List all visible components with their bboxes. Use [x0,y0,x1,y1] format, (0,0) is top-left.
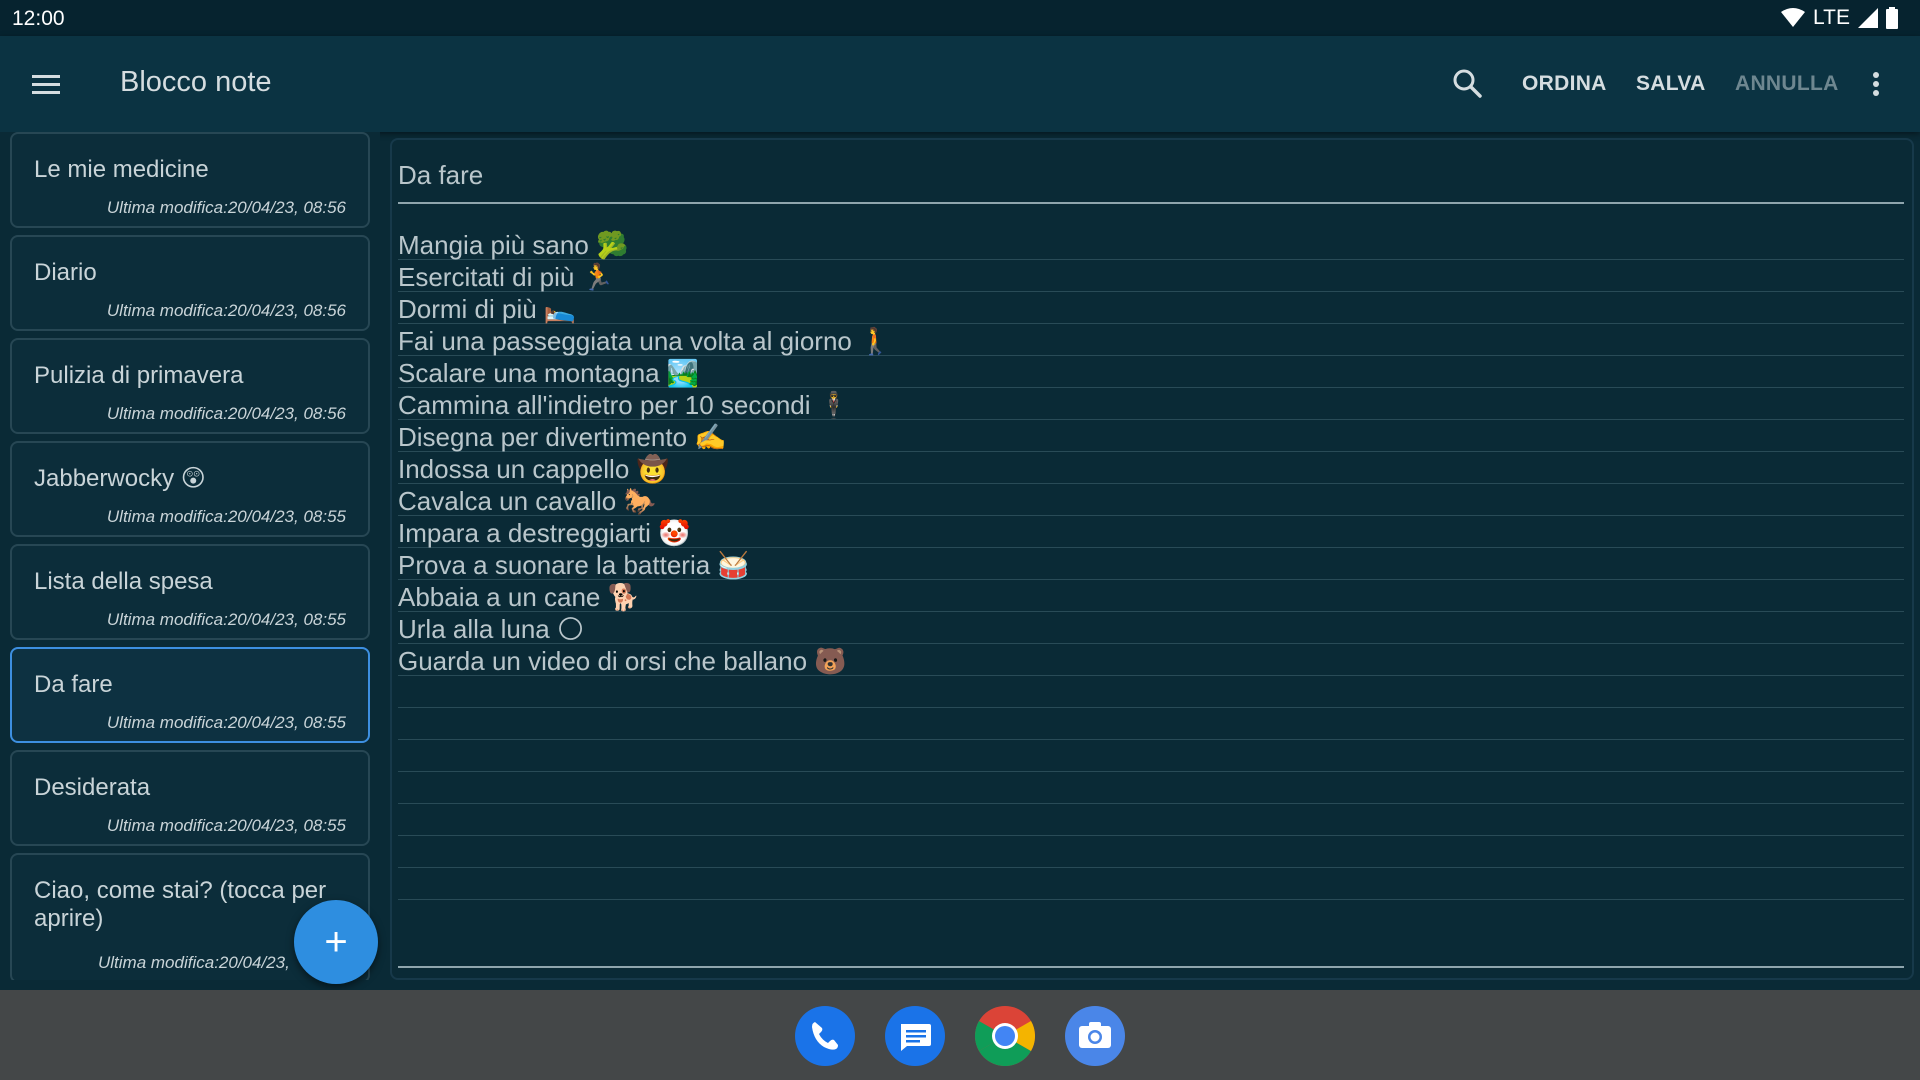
note-line [398,708,1904,740]
menu-icon[interactable] [30,64,78,104]
note-card[interactable]: Le mie medicine Ultima modifica:20/04/23… [10,132,370,228]
note-card[interactable]: Desiderata Ultima modifica:20/04/23, 08:… [10,750,370,846]
overflow-menu-icon[interactable] [1866,64,1886,104]
note-line: Abbaia a un cane 🐕 [398,580,1904,612]
note-date: Ultima modifica:20/04/23, 08:56 [106,404,346,423]
note-date: Ultima modifica:20/04/23, 08:56 [106,198,346,217]
note-line [398,804,1904,836]
note-title: Desiderata [34,774,151,801]
cancel-button[interactable]: ANNULLA [1735,72,1839,96]
note-line: Disegna per divertimento ✍️ [398,420,1904,452]
note-line: Urla alla luna 🌕 [398,612,1904,644]
note-date: Ultima modifica:20/04/23, 08:55 [106,507,346,526]
note-date: Ultima modifica:20/04/23, 08:55 [106,713,346,732]
note-line: Scalare una montagna 🏞️ [398,356,1904,388]
add-note-button[interactable]: + [294,900,378,984]
note-line [398,740,1904,772]
note-title: Da fare [34,671,113,698]
note-editor[interactable]: Da fare Mangia più sano 🥦 Esercitati di … [390,138,1914,980]
note-line [398,868,1904,900]
battery-icon [1886,7,1898,29]
sort-button[interactable]: ORDINA [1522,72,1607,96]
note-line: Guarda un video di orsi che ballano 🐻 [398,644,1904,676]
note-line: Cavalca un cavallo 🐎 [398,484,1904,516]
note-title-field[interactable]: Da fare [398,160,1904,204]
note-line: Mangia più sano 🥦 [398,228,1904,260]
status-icons: LTE [1781,6,1898,30]
note-line [398,836,1904,868]
save-button[interactable]: SALVA [1636,72,1706,96]
status-bar: 12:00 LTE [0,0,1920,36]
note-title: Diario [34,259,97,286]
note-date: Ultima modifica:20/04/23, 08:56 [106,301,346,320]
status-time: 12:00 [12,7,65,30]
note-card[interactable]: Pulizia di primavera Ultima modifica:20/… [10,338,370,434]
page-title: Blocco note [120,66,272,98]
note-card[interactable]: Diario Ultima modifica:20/04/23, 08:56 [10,235,370,331]
note-line: Dormi di più 🛌 [398,292,1904,324]
camera-icon[interactable] [1065,1006,1125,1066]
note-card[interactable]: Jabberwocky 😲 Ultima modifica:20/04/23, … [10,441,370,537]
note-body[interactable]: Mangia più sano 🥦 Esercitati di più 🏃 Do… [398,228,1904,928]
search-icon[interactable] [1448,64,1488,104]
note-line: Cammina all'indietro per 10 secondi 🕴 [398,388,1904,420]
wifi-icon [1781,8,1806,28]
network-type: LTE [1813,6,1850,29]
notes-list[interactable]: Le mie medicine Ultima modifica:20/04/23… [0,132,380,980]
note-title: Jabberwocky 😲 [34,465,206,492]
chrome-icon[interactable] [975,1006,1035,1066]
note-line [398,772,1904,804]
note-line: Fai una passeggiata una volta al giorno … [398,324,1904,356]
editor-bottom-rule [398,966,1904,968]
note-line: Indossa un cappello 🤠 [398,452,1904,484]
signal-icon [1858,8,1878,28]
note-line: Prova a suonare la batteria 🥁 [398,548,1904,580]
note-title: Lista della spesa [34,568,213,595]
note-title: Le mie medicine [34,156,209,183]
note-card-selected[interactable]: Da fare Ultima modifica:20/04/23, 08:55 [10,647,370,743]
note-line: Esercitati di più 🏃 [398,260,1904,292]
phone-icon[interactable] [795,1006,855,1066]
note-title: Pulizia di primavera [34,362,244,389]
note-card[interactable]: Lista della spesa Ultima modifica:20/04/… [10,544,370,640]
dock-bar [0,990,1920,1080]
note-line: Impara a destreggiarti 🤡 [398,516,1904,548]
note-date: Ultima modifica:20/04/23, [98,953,290,972]
note-date: Ultima modifica:20/04/23, 08:55 [106,610,346,629]
note-date: Ultima modifica:20/04/23, 08:55 [106,816,346,835]
messages-icon[interactable] [885,1006,945,1066]
app-bar: Blocco note ORDINA SALVA ANNULLA [0,36,1920,132]
note-line [398,676,1904,708]
